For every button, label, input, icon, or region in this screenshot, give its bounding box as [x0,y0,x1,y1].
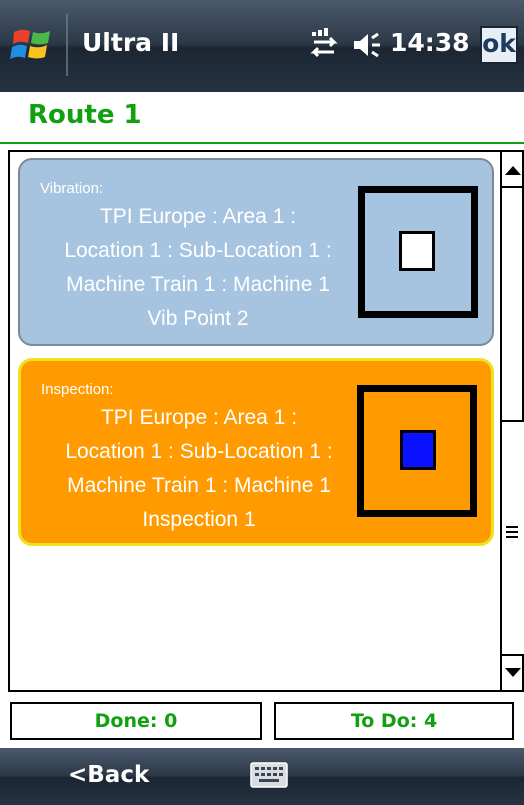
item-path-line: Machine Train 1 : Machine 1 [66,273,330,296]
ok-button[interactable]: ok [480,26,518,64]
item-path-line: Location 1 : Sub-Location 1 : [65,440,333,463]
grip-icon [506,526,518,538]
keyboard-icon[interactable] [250,762,288,788]
speaker-icon[interactable] [350,28,384,62]
clock[interactable]: 14:38 [390,28,470,57]
item-point-name: Vib Point 2 [147,307,249,330]
scroll-down-arrow-icon[interactable] [502,654,524,690]
item-path: TPI Europe : Area 1 : Location 1 : Sub-L… [30,200,366,336]
measurement-status-box [358,186,478,318]
softkey-bar: <Back [0,748,524,805]
app-title: Ultra II [82,28,180,57]
done-counter: Done: 0 [10,702,262,740]
status-bar: Ultra II 14:38 ok [0,0,524,92]
item-path-line: Machine Train 1 : Machine 1 [67,474,331,497]
page-title: Route 1 [28,100,142,130]
item-path: TPI Europe : Area 1 : Location 1 : Sub-L… [31,401,367,537]
item-type-label: Inspection: [41,381,114,398]
status-indicator-icon [400,430,436,470]
todo-counter: To Do: 4 [274,702,514,740]
windows-start-icon[interactable] [10,22,56,68]
list-scrollbar[interactable] [500,152,524,690]
scroll-thumb[interactable] [502,420,524,654]
measurement-status-box [357,385,477,517]
back-button[interactable]: <Back [68,762,149,788]
list-item-vibration[interactable]: Vibration: TPI Europe : Area 1 : Locatio… [18,158,494,346]
status-indicator-icon [399,231,435,271]
connectivity-icon[interactable] [306,26,342,62]
item-path-line: TPI Europe : Area 1 : [100,406,298,429]
scroll-up-arrow-icon[interactable] [502,152,524,188]
list-item-inspection[interactable]: Inspection: TPI Europe : Area 1 : Locati… [18,358,494,546]
item-path-line: TPI Europe : Area 1 : [99,205,297,228]
item-path-line: Location 1 : Sub-Location 1 : [64,239,332,262]
item-point-name: Inspection 1 [142,508,256,531]
title-divider [0,142,524,144]
item-type-label: Vibration: [40,180,104,197]
title-separator [66,14,68,76]
